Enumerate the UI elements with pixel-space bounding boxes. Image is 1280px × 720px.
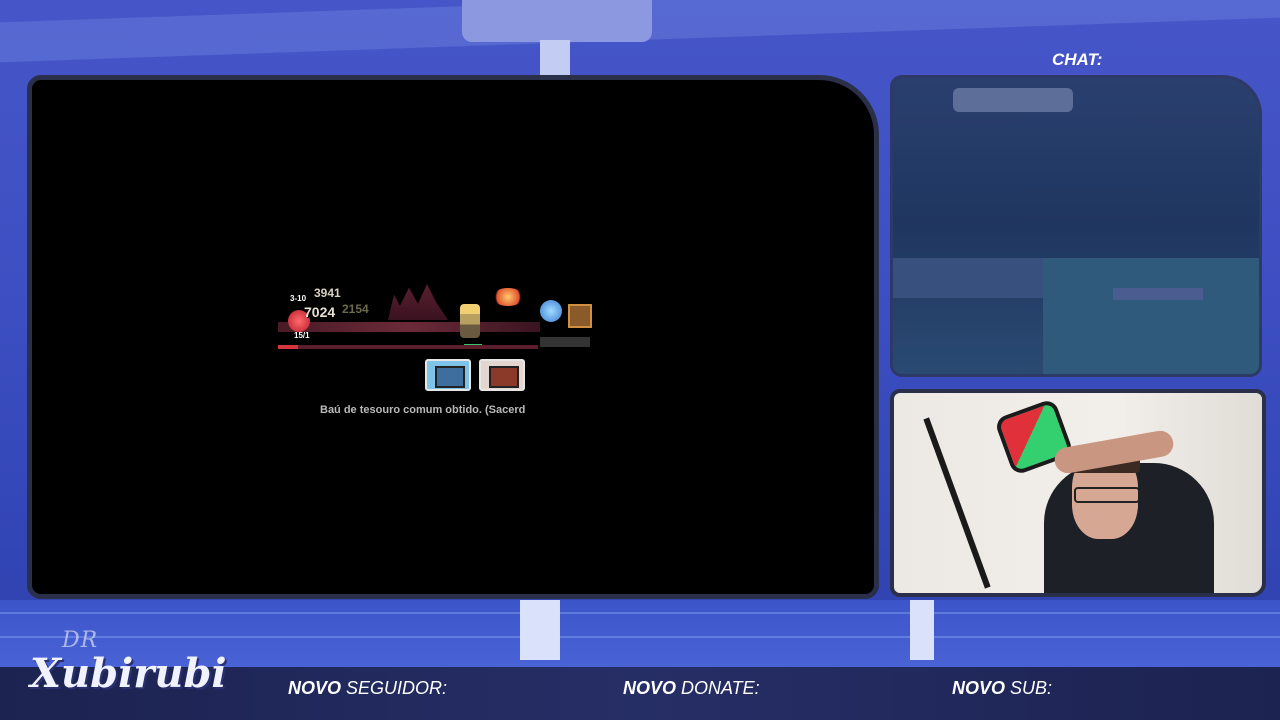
damage-number: 2154 [342, 302, 369, 316]
lamp-post [540, 40, 570, 76]
chest-icon [435, 366, 465, 388]
glasses [1074, 487, 1140, 503]
health-track [278, 345, 538, 349]
chest-icon [489, 366, 519, 388]
counter [1043, 258, 1259, 374]
fire-creature [492, 288, 524, 306]
hero-sprite [460, 304, 480, 338]
common-chest-button[interactable] [425, 359, 471, 391]
stand [520, 600, 560, 660]
floor-line [0, 636, 1280, 638]
new-follower-label: NOVO SEGUIDOR: [288, 678, 448, 698]
mic-arm [923, 417, 991, 589]
stool [1113, 288, 1203, 300]
ceiling-lamp [462, 0, 652, 42]
castle-silhouette [388, 284, 448, 320]
counter-text: 15/1 [294, 331, 310, 340]
game-message: Baú de tesouro comum obtido. (Sacerd [320, 404, 526, 416]
health-fill [278, 345, 298, 349]
chat-title: CHAT: [1052, 50, 1103, 69]
damage-number: 3941 [314, 286, 341, 300]
chest-icon [568, 304, 592, 328]
webcam-feed [890, 389, 1266, 597]
rare-chest-button[interactable] [479, 359, 525, 391]
level-text: 3-10 [290, 294, 307, 303]
stand [910, 600, 934, 660]
game-battle-scene: 3941 7024 2154 3-10 15/1 [278, 282, 592, 350]
enemy-blue [540, 300, 562, 322]
damage-number: 7024 [304, 304, 336, 320]
new-sub-label: NOVO SUB: [952, 678, 1053, 698]
ground-strip [278, 322, 540, 332]
new-donate-label: NOVO DONATE: [623, 678, 760, 698]
chat-panel [890, 75, 1262, 377]
floor-line [0, 612, 1280, 614]
logo-name: Xubirubi [30, 650, 227, 697]
enemy-bar [540, 337, 590, 347]
surgical-light [953, 88, 1073, 112]
